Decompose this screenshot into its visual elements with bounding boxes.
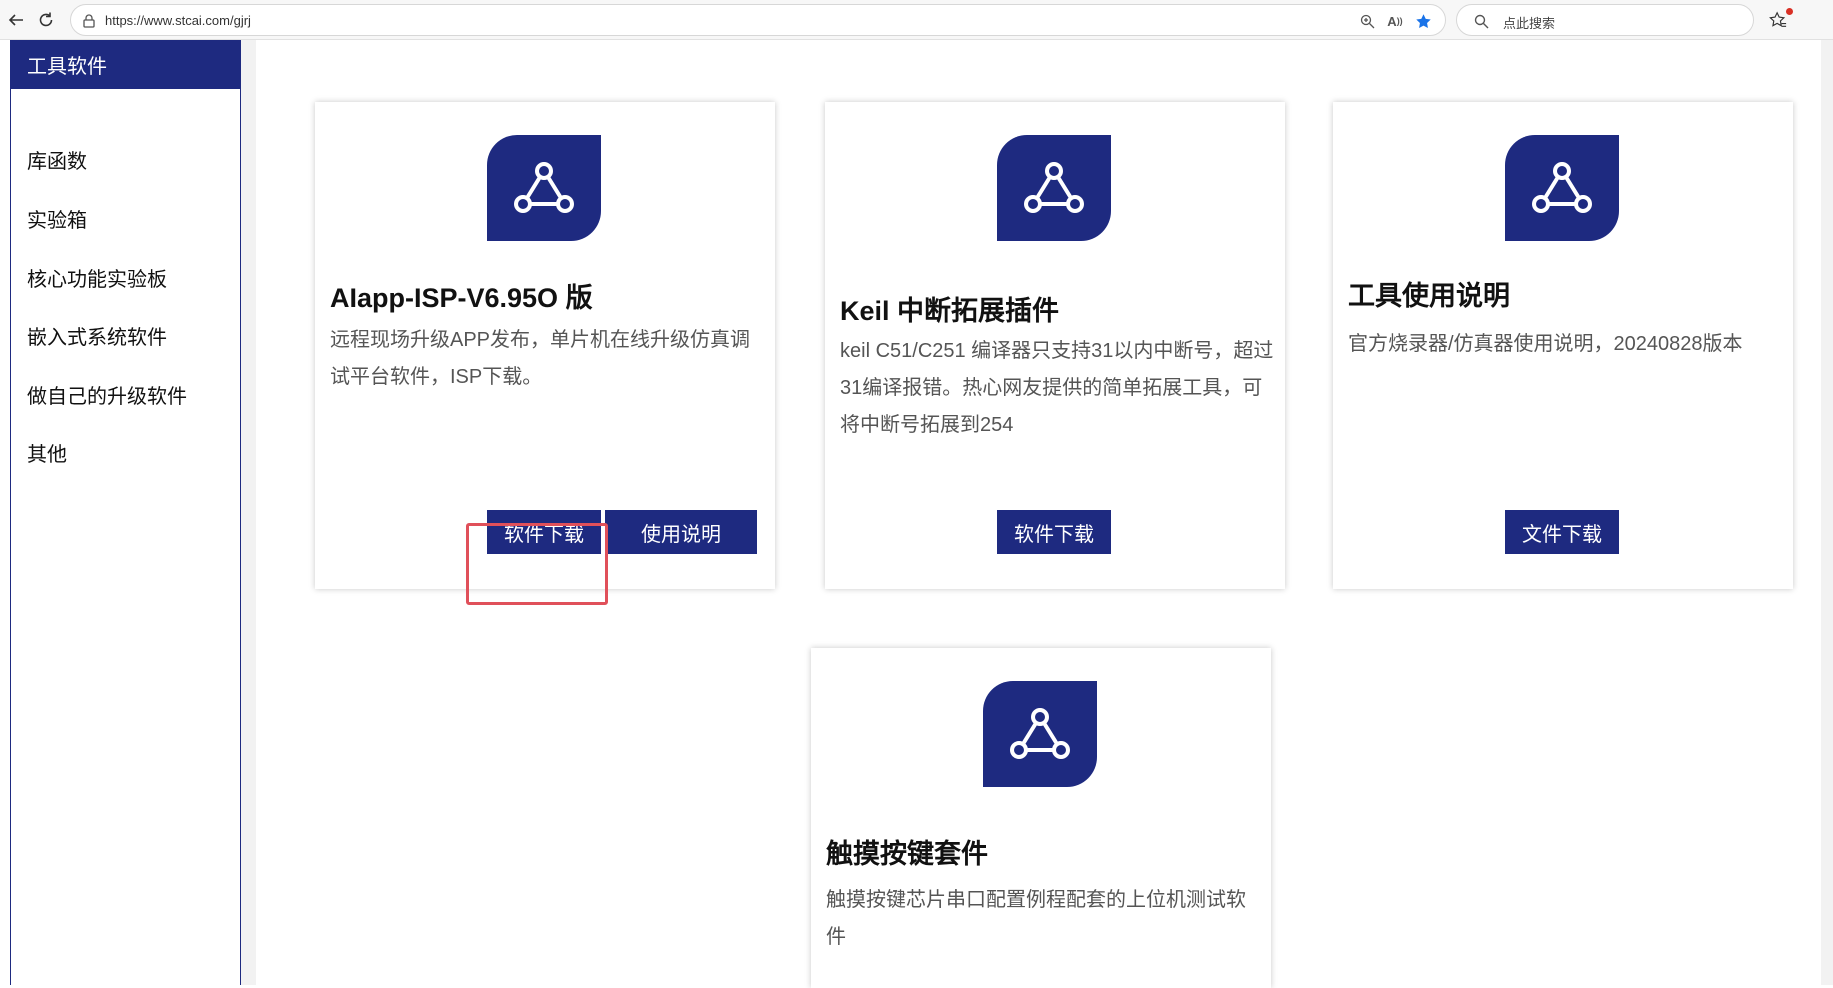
software-card: 工具使用说明 官方烧录器/仿真器使用说明，20240828版本 文件下载 xyxy=(1333,102,1793,589)
sidebar-item-embedded-system-software[interactable]: 嵌入式系统软件 xyxy=(11,311,240,360)
sidebar-item-label: 其他 xyxy=(27,444,67,466)
sidebar-item-label: 实验箱 xyxy=(27,210,87,232)
refresh-icon[interactable] xyxy=(32,6,60,34)
sidebar-item-label: 嵌入式系统软件 xyxy=(27,327,167,349)
sidebar-item-label: 工具软件 xyxy=(27,56,107,78)
card-description: 触摸按键芯片串口配置例程配套的上位机测试软件 xyxy=(826,889,1246,948)
share-network-icon xyxy=(983,681,1097,787)
card-title: AIapp-ISP-V6.95O 版 xyxy=(330,283,593,313)
address-bar[interactable]: https://www.stcai.com/gjrj A)) xyxy=(70,4,1446,36)
card-title: 工具使用说明 xyxy=(1348,281,1510,311)
share-network-icon xyxy=(487,135,601,241)
software-card: AIapp-ISP-V6.95O 版 远程现场升级APP发布，单片机在线升级仿真… xyxy=(315,102,775,589)
page: 工具软件 库函数 实验箱 核心功能实验板 嵌入式系统软件 做自己的升级软件 其他… xyxy=(0,40,1833,988)
favorite-star-icon[interactable] xyxy=(1413,11,1433,31)
search-placeholder[interactable]: 点此搜索 xyxy=(1503,13,1555,32)
notification-dot xyxy=(1786,8,1793,15)
file-download-button[interactable]: 文件下载 xyxy=(1505,510,1619,554)
card-title: Keil 中断拓展插件 xyxy=(840,296,1060,326)
left-gutter xyxy=(0,40,10,985)
zoom-icon[interactable] xyxy=(1357,11,1377,31)
browser-toolbar: https://www.stcai.com/gjrj A)) 点此搜索 xyxy=(0,0,1833,40)
card-title: 触摸按键套件 xyxy=(826,839,988,869)
sidebar-item-library-functions[interactable]: 库函数 xyxy=(11,135,240,184)
software-card: Keil 中断拓展插件 keil C51/C251 编译器只支持31以内中断号，… xyxy=(825,102,1285,589)
back-arrow-icon[interactable] xyxy=(2,6,30,34)
user-guide-button[interactable]: 使用说明 xyxy=(605,510,757,554)
sidebar-item-experiment-box[interactable]: 实验箱 xyxy=(11,194,240,243)
sidebar-item-tools-software[interactable]: 工具软件 xyxy=(11,40,240,89)
software-download-button[interactable]: 软件下载 xyxy=(487,510,601,554)
software-download-button[interactable]: 软件下载 xyxy=(997,510,1111,554)
card-description: 官方烧录器/仿真器使用说明，20240828版本 xyxy=(1348,333,1743,355)
sidebar-item-other[interactable]: 其他 xyxy=(11,428,240,477)
search-bar[interactable]: 点此搜索 xyxy=(1456,4,1754,36)
sidebar-item-diy-upgrade-software[interactable]: 做自己的升级软件 xyxy=(11,370,240,419)
sidebar-item-label: 核心功能实验板 xyxy=(27,269,167,291)
read-aloud-icon[interactable]: A)) xyxy=(1385,11,1405,31)
share-network-icon xyxy=(997,135,1111,241)
sidebar-item-label: 库函数 xyxy=(27,151,87,173)
site-info-icon[interactable] xyxy=(79,11,99,31)
software-card: 触摸按键套件 触摸按键芯片串口配置例程配套的上位机测试软件 xyxy=(811,648,1271,988)
share-network-icon xyxy=(1505,135,1619,241)
sidebar-item-label: 做自己的升级软件 xyxy=(27,386,187,408)
search-icon xyxy=(1471,11,1491,31)
card-description: 远程现场升级APP发布，单片机在线升级仿真调试平台软件，ISP下载。 xyxy=(330,329,751,388)
card-description: keil C51/C251 编译器只支持31以内中断号，超过31编译报错。热心网… xyxy=(840,340,1274,436)
sidebar-item-core-function-board[interactable]: 核心功能实验板 xyxy=(11,253,240,302)
sidebar: 工具软件 库函数 实验箱 核心功能实验板 嵌入式系统软件 做自己的升级软件 其他 xyxy=(10,40,241,985)
url-text[interactable]: https://www.stcai.com/gjrj xyxy=(105,13,251,28)
